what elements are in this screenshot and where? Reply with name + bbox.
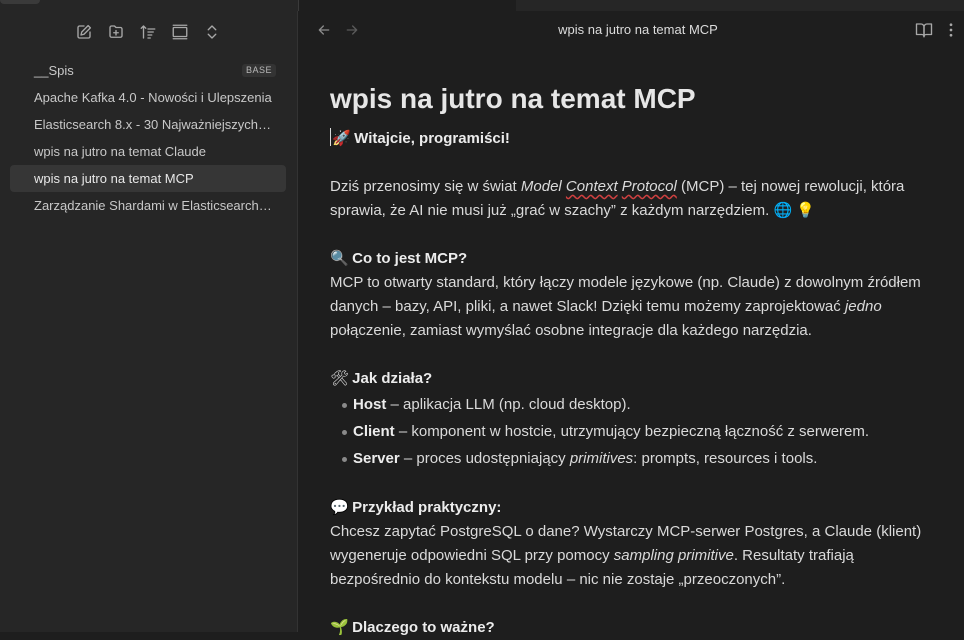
how-heading: Jak działa? [352,370,433,387]
why-heading-line: 🌱 Dlaczego to ważne? [330,616,940,640]
what-text: połączenie, zamiast wymyślać osobne inte… [330,322,812,339]
note-content[interactable]: wpis na jutro na temat MCP 🚀 Witajcie, p… [330,81,940,640]
intro-text: Dziś przenosimy się w świat [330,178,521,195]
why-heading: Dlaczego to ważne? [352,619,495,636]
reading-view-icon[interactable] [915,21,933,44]
welcome-line: 🚀 Witajcie, programiści! [330,127,940,151]
file-item-kafka[interactable]: Apache Kafka 4.0 - Nowości i Ulepszenia [10,84,286,111]
list-item-term: Client [353,423,395,440]
file-item-label: Zarządzanie Shardami w Elasticsearch - .… [34,198,282,213]
example-paragraph: Chcesz zapytać PostgreSQL o dane? Wystar… [330,520,940,592]
back-arrow-icon[interactable] [314,20,334,40]
expand-icon[interactable] [202,22,222,42]
file-item-shardy[interactable]: Zarządzanie Shardami w Elasticsearch - .… [10,192,286,219]
how-list: Host – aplikacja LLM (np. cloud desktop)… [330,391,940,472]
list-item: Client – komponent w hostcie, utrzymując… [342,418,940,445]
list-item-emphasis: primitives [569,450,634,467]
globe-bulb-icon: 🌐 💡 [773,202,816,219]
intro-emphasis: Context [565,178,618,195]
file-item-elasticsearch[interactable]: Elasticsearch 8.x - 30 Najważniejszych N… [10,111,286,138]
list-item-term: Host [353,396,387,413]
view-title[interactable]: wpis na jutro na temat MCP [298,11,964,49]
example-heading-line: 💬 Przykład praktyczny: [330,496,940,520]
tab-left[interactable] [0,0,40,4]
list-item-term: Server [353,450,400,467]
view-header: wpis na jutro na temat MCP [298,11,964,49]
rocket-icon: 🚀 [332,130,351,147]
file-list: __Spis BASE Apache Kafka 4.0 - Nowości i… [10,57,286,219]
editor-pane: wpis na jutro na temat MCP wpis na jutro… [298,11,964,636]
new-note-icon[interactable] [74,22,94,42]
file-item-label: wpis na jutro na temat Claude [34,144,206,159]
explorer-toolbar [0,11,297,51]
seedling-icon: 🌱 [330,619,349,636]
what-emphasis: jedno [844,298,882,315]
tab-divider [298,0,299,11]
how-heading-line: 🛠 Jak działa? [330,367,940,391]
file-item-label: Apache Kafka 4.0 - Nowości i Ulepszenia [34,90,272,105]
forward-arrow-icon[interactable] [342,20,362,40]
base-badge: BASE [241,64,276,77]
file-item-label: Elasticsearch 8.x - 30 Najważniejszych N… [34,117,282,132]
what-heading: Co to jest MCP? [352,250,468,267]
more-options-icon[interactable] [946,21,956,44]
list-item: Host – aplikacja LLM (np. cloud desktop)… [342,391,940,418]
speech-bubble-icon: 💬 [330,499,349,516]
file-item-label: wpis na jutro na temat MCP [34,171,194,186]
list-item-text: – proces udostępniający [399,450,570,467]
list-item-text: : prompts, resources i tools. [633,450,818,467]
file-item-label: __Spis [34,63,74,78]
example-heading: Przykład praktyczny: [352,499,502,516]
list-item-text: – aplikacja LLM (np. cloud desktop). [386,396,631,413]
collapse-icon[interactable] [170,22,190,42]
intro-emphasis: Model [520,178,562,195]
what-text: MCP to otwarty standard, który łączy mod… [330,274,921,315]
intro-paragraph: Dziś przenosimy się w świat Model Contex… [330,175,940,223]
active-tab[interactable] [298,0,516,11]
file-item-spis[interactable]: __Spis BASE [10,57,286,84]
text-cursor [330,128,331,146]
what-heading-line: 🔍 Co to jest MCP? [330,247,940,271]
tools-icon: 🛠 [330,370,350,387]
list-item: Server – proces udostępniający primitive… [342,445,940,472]
magnifier-icon: 🔍 [330,250,349,267]
tab-strip [0,0,964,11]
intro-emphasis: Protocol [621,178,677,195]
note-title[interactable]: wpis na jutro na temat MCP [330,81,940,117]
welcome-heading: Witajcie, programiści! [354,130,510,147]
new-folder-icon[interactable] [106,22,126,42]
what-paragraph: MCP to otwarty standard, który łączy mod… [330,271,940,343]
example-emphasis: sampling primitive [613,547,734,564]
file-explorer-sidebar: __Spis BASE Apache Kafka 4.0 - Nowości i… [0,11,298,632]
file-item-claude[interactable]: wpis na jutro na temat Claude [10,138,286,165]
file-item-mcp[interactable]: wpis na jutro na temat MCP [10,165,286,192]
list-item-text: – komponent w hostcie, utrzymujący bezpi… [394,423,870,440]
sort-icon[interactable] [138,22,158,42]
